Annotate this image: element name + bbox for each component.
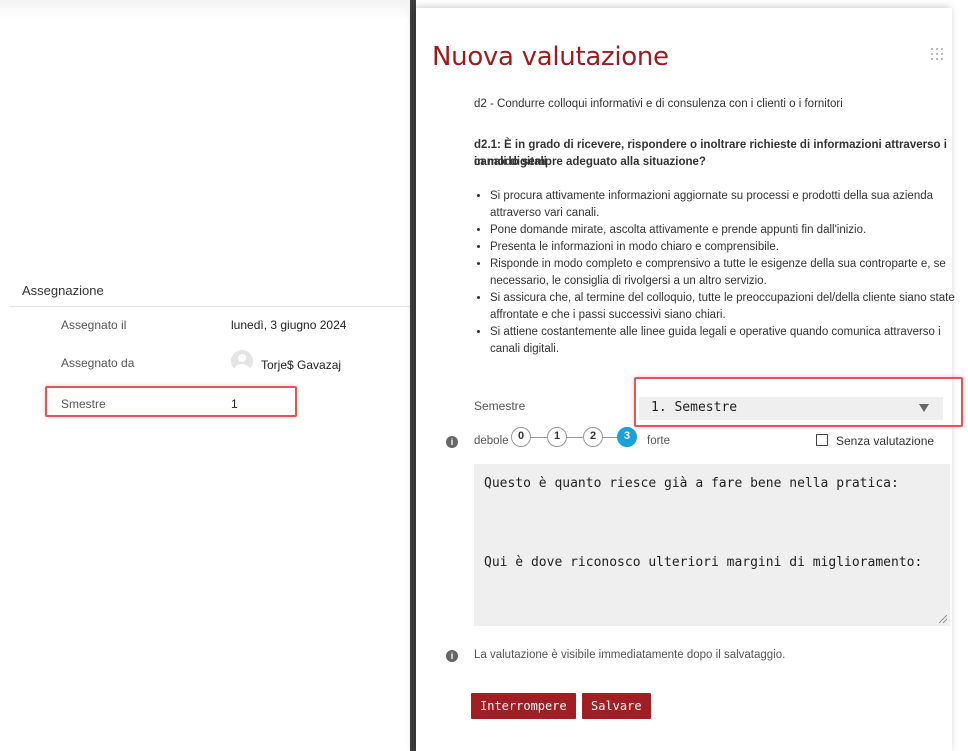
save-note: La valutazione è visibile immediatamente… [474,649,786,661]
header-shadow [0,0,410,20]
section-title: Assegnazione [22,283,104,298]
scale-high-label: forte [647,435,671,447]
indicator-list: Si procura attivamente informazioni aggi… [474,188,960,358]
no-rating-checkbox[interactable] [816,434,828,446]
list-item: Pone domande mirate, ascolta attivamente… [490,222,960,239]
scale-connector [603,437,617,438]
grid-menu-icon[interactable] [931,48,945,60]
scale-low-label: debole [474,435,509,447]
assigned-on-label: Assegnato il [61,318,127,332]
list-item: Si procura attivamente informazioni aggi… [490,188,960,222]
info-icon: i [446,436,458,448]
cancel-button[interactable]: Interrompere [471,693,576,719]
resize-handle[interactable] [939,615,947,623]
new-evaluation-dialog: Nuova valutazione d2 - Condurre colloqui… [416,8,963,751]
save-button[interactable]: Salvare [582,693,651,719]
feedback-textarea[interactable]: Questo è quanto riesce già a fare bene n… [474,464,950,626]
dialog-title: Nuova valutazione [432,42,669,72]
competence-text: d2 - Condurre colloqui informativi e di … [474,98,843,110]
semester-highlight [45,386,297,417]
scale-option-2[interactable]: 2 [583,427,603,447]
semester-select-label: Semestre [474,399,526,413]
scale-connector [531,437,547,438]
assigned-by-label: Assegnato da [61,356,135,370]
list-item: Si assicura che, al termine del colloqui… [490,290,960,324]
list-item: Presenta le informazioni in modo chiaro … [490,239,960,256]
list-item: Risponde in modo completo e comprensivo … [490,256,960,290]
info-icon: i [446,650,458,662]
semester-select-highlight [634,377,963,427]
assigned-on-value: lunedì, 3 giugno 2024 [231,318,347,332]
assigned-by-value: Torje$ Gavazaj [261,358,342,372]
criterion-line-2: in modo sempre adeguato alla situazione? [474,156,706,168]
divider [10,306,410,307]
textarea-line-1: Questo è quanto riesce già a fare bene n… [484,476,899,491]
textarea-line-2: Qui è dove riconosco ulteriori margini d… [484,555,923,570]
scale-option-1[interactable]: 1 [547,427,567,447]
scale-connector [567,437,583,438]
scale-option-3[interactable]: 3 [617,427,637,447]
assignment-panel: Assegnazione Assegnato il lunedì, 3 giug… [0,0,410,751]
scale-option-0[interactable]: 0 [511,427,531,447]
list-item: Si attiene costantemente alle linee guid… [490,324,960,358]
no-rating-label: Senza valutazione [836,434,935,448]
avatar [231,350,253,372]
